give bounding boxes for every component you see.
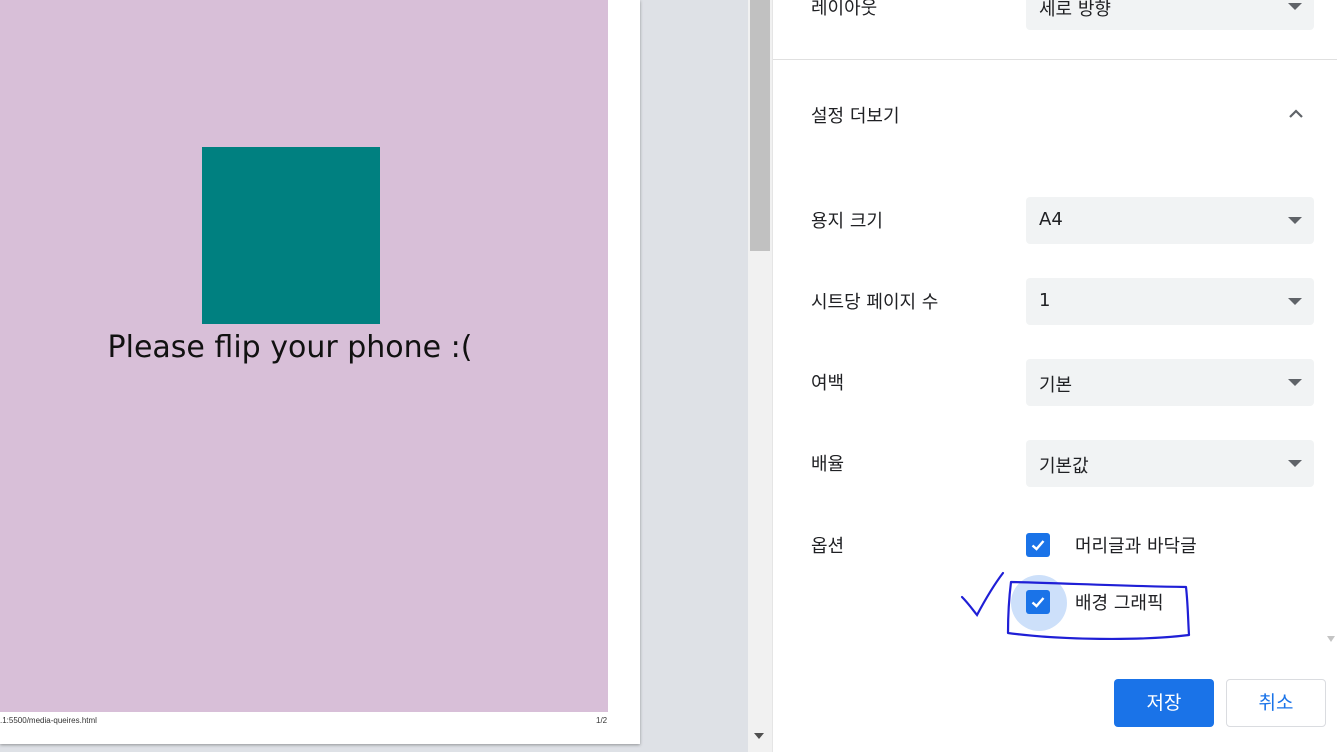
background-graphics-checkbox[interactable]	[1026, 590, 1050, 614]
scale-label: 배율	[811, 454, 845, 475]
pages-per-sheet-select[interactable]: 1	[1026, 278, 1314, 325]
margins-select[interactable]: 기본	[1026, 359, 1314, 406]
layout-select[interactable]: 세로 방향	[1026, 0, 1314, 30]
print-settings-panel: 레이아웃 세로 방향 설정 더보기 용지 크기 A4 시트당 페이지 수 1 여…	[772, 0, 1337, 752]
dropdown-arrow-icon	[1288, 3, 1302, 10]
cancel-button[interactable]: 취소	[1226, 679, 1326, 727]
save-button[interactable]: 저장	[1114, 679, 1214, 727]
headers-footers-checkbox[interactable]	[1026, 533, 1050, 557]
dropdown-arrow-icon	[1288, 298, 1302, 305]
more-settings-label[interactable]: 설정 더보기	[811, 102, 900, 128]
headers-footers-label[interactable]: 머리글과 바닥글	[1075, 532, 1197, 558]
print-preview-area: Please flip your phone :( .1:5500/media-…	[0, 0, 748, 752]
paper-size-label: 용지 크기	[811, 211, 883, 232]
scroll-down-arrow-icon[interactable]	[754, 733, 764, 739]
margins-label: 여백	[811, 373, 845, 394]
pages-per-sheet-label: 시트당 페이지 수	[811, 292, 939, 313]
teal-square	[202, 147, 380, 324]
page-footer-url: .1:5500/media-queires.html	[0, 716, 97, 725]
scale-select[interactable]: 기본값	[1026, 440, 1314, 487]
dropdown-arrow-icon	[1288, 460, 1302, 467]
dropdown-arrow-icon	[1288, 379, 1302, 386]
options-label: 옵션	[811, 536, 845, 557]
section-divider	[773, 59, 1337, 60]
margins-value: 기본	[1039, 375, 1073, 396]
layout-label: 레이아웃	[811, 0, 878, 19]
pages-per-sheet-value: 1	[1039, 290, 1051, 311]
page-content: Please flip your phone :(	[0, 0, 608, 712]
checkmark-icon	[1031, 540, 1045, 551]
preview-scrollbar[interactable]	[748, 0, 772, 752]
background-graphics-label[interactable]: 배경 그래픽	[1075, 589, 1164, 615]
preview-page: Please flip your phone :( .1:5500/media-…	[0, 0, 640, 744]
scale-value: 기본값	[1039, 456, 1089, 477]
paper-size-value: A4	[1039, 209, 1063, 230]
dropdown-arrow-icon	[1288, 217, 1302, 224]
checkmark-icon	[1031, 597, 1045, 608]
panel-scroll-arrow-icon[interactable]	[1327, 636, 1335, 642]
chevron-up-icon[interactable]	[1287, 105, 1305, 123]
page-number: 1/2	[596, 716, 608, 725]
paper-size-select[interactable]: A4	[1026, 197, 1314, 244]
layout-select-value: 세로 방향	[1039, 0, 1111, 20]
preview-scrollbar-thumb[interactable]	[750, 0, 770, 251]
flip-message: Please flip your phone :(	[107, 330, 473, 365]
